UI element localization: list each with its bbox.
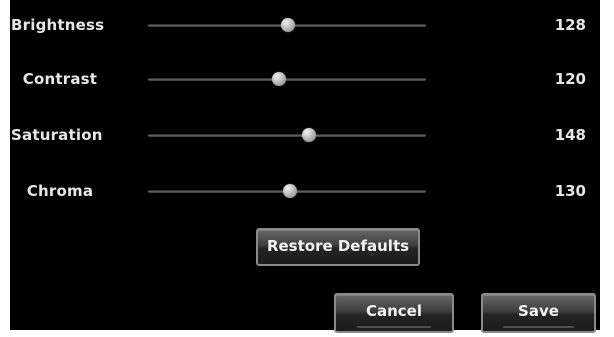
- contrast-slider-thumb[interactable]: [271, 72, 286, 86]
- restore-defaults-button[interactable]: Restore Defaults: [256, 228, 420, 266]
- saturation-slider-thumb[interactable]: [302, 128, 317, 142]
- brightness-slider-thumb[interactable]: [280, 18, 295, 32]
- chroma-row: Chroma 130: [10, 176, 600, 206]
- saturation-value: 148: [554, 126, 586, 144]
- saturation-row: Saturation 148: [10, 120, 600, 150]
- brightness-value: 128: [554, 16, 586, 34]
- restore-defaults-label: Restore Defaults: [266, 237, 410, 255]
- save-label: Save: [518, 302, 559, 320]
- cancel-button-shine: [356, 326, 432, 328]
- contrast-value: 120: [554, 70, 586, 88]
- brightness-row: Brightness 128: [10, 10, 600, 40]
- cancel-button[interactable]: Cancel: [334, 293, 454, 333]
- chroma-slider-track[interactable]: [148, 184, 426, 198]
- cancel-label: Cancel: [365, 302, 422, 320]
- image-settings-panel: Brightness 128 Contrast 120 Saturation 1…: [10, 0, 600, 333]
- chroma-slider-thumb[interactable]: [282, 184, 297, 198]
- chroma-label: Chroma: [26, 182, 94, 200]
- saturation-label: Saturation: [11, 126, 103, 144]
- contrast-row: Contrast 120: [10, 64, 600, 94]
- brightness-slider-track[interactable]: [148, 18, 426, 32]
- saturation-slider-track[interactable]: [148, 128, 426, 142]
- chroma-value: 130: [554, 182, 586, 200]
- contrast-label: Contrast: [22, 70, 98, 88]
- save-button-shine: [502, 326, 575, 328]
- save-button[interactable]: Save: [481, 293, 596, 333]
- brightness-label: Brightness: [11, 16, 105, 34]
- contrast-slider-track[interactable]: [148, 72, 426, 86]
